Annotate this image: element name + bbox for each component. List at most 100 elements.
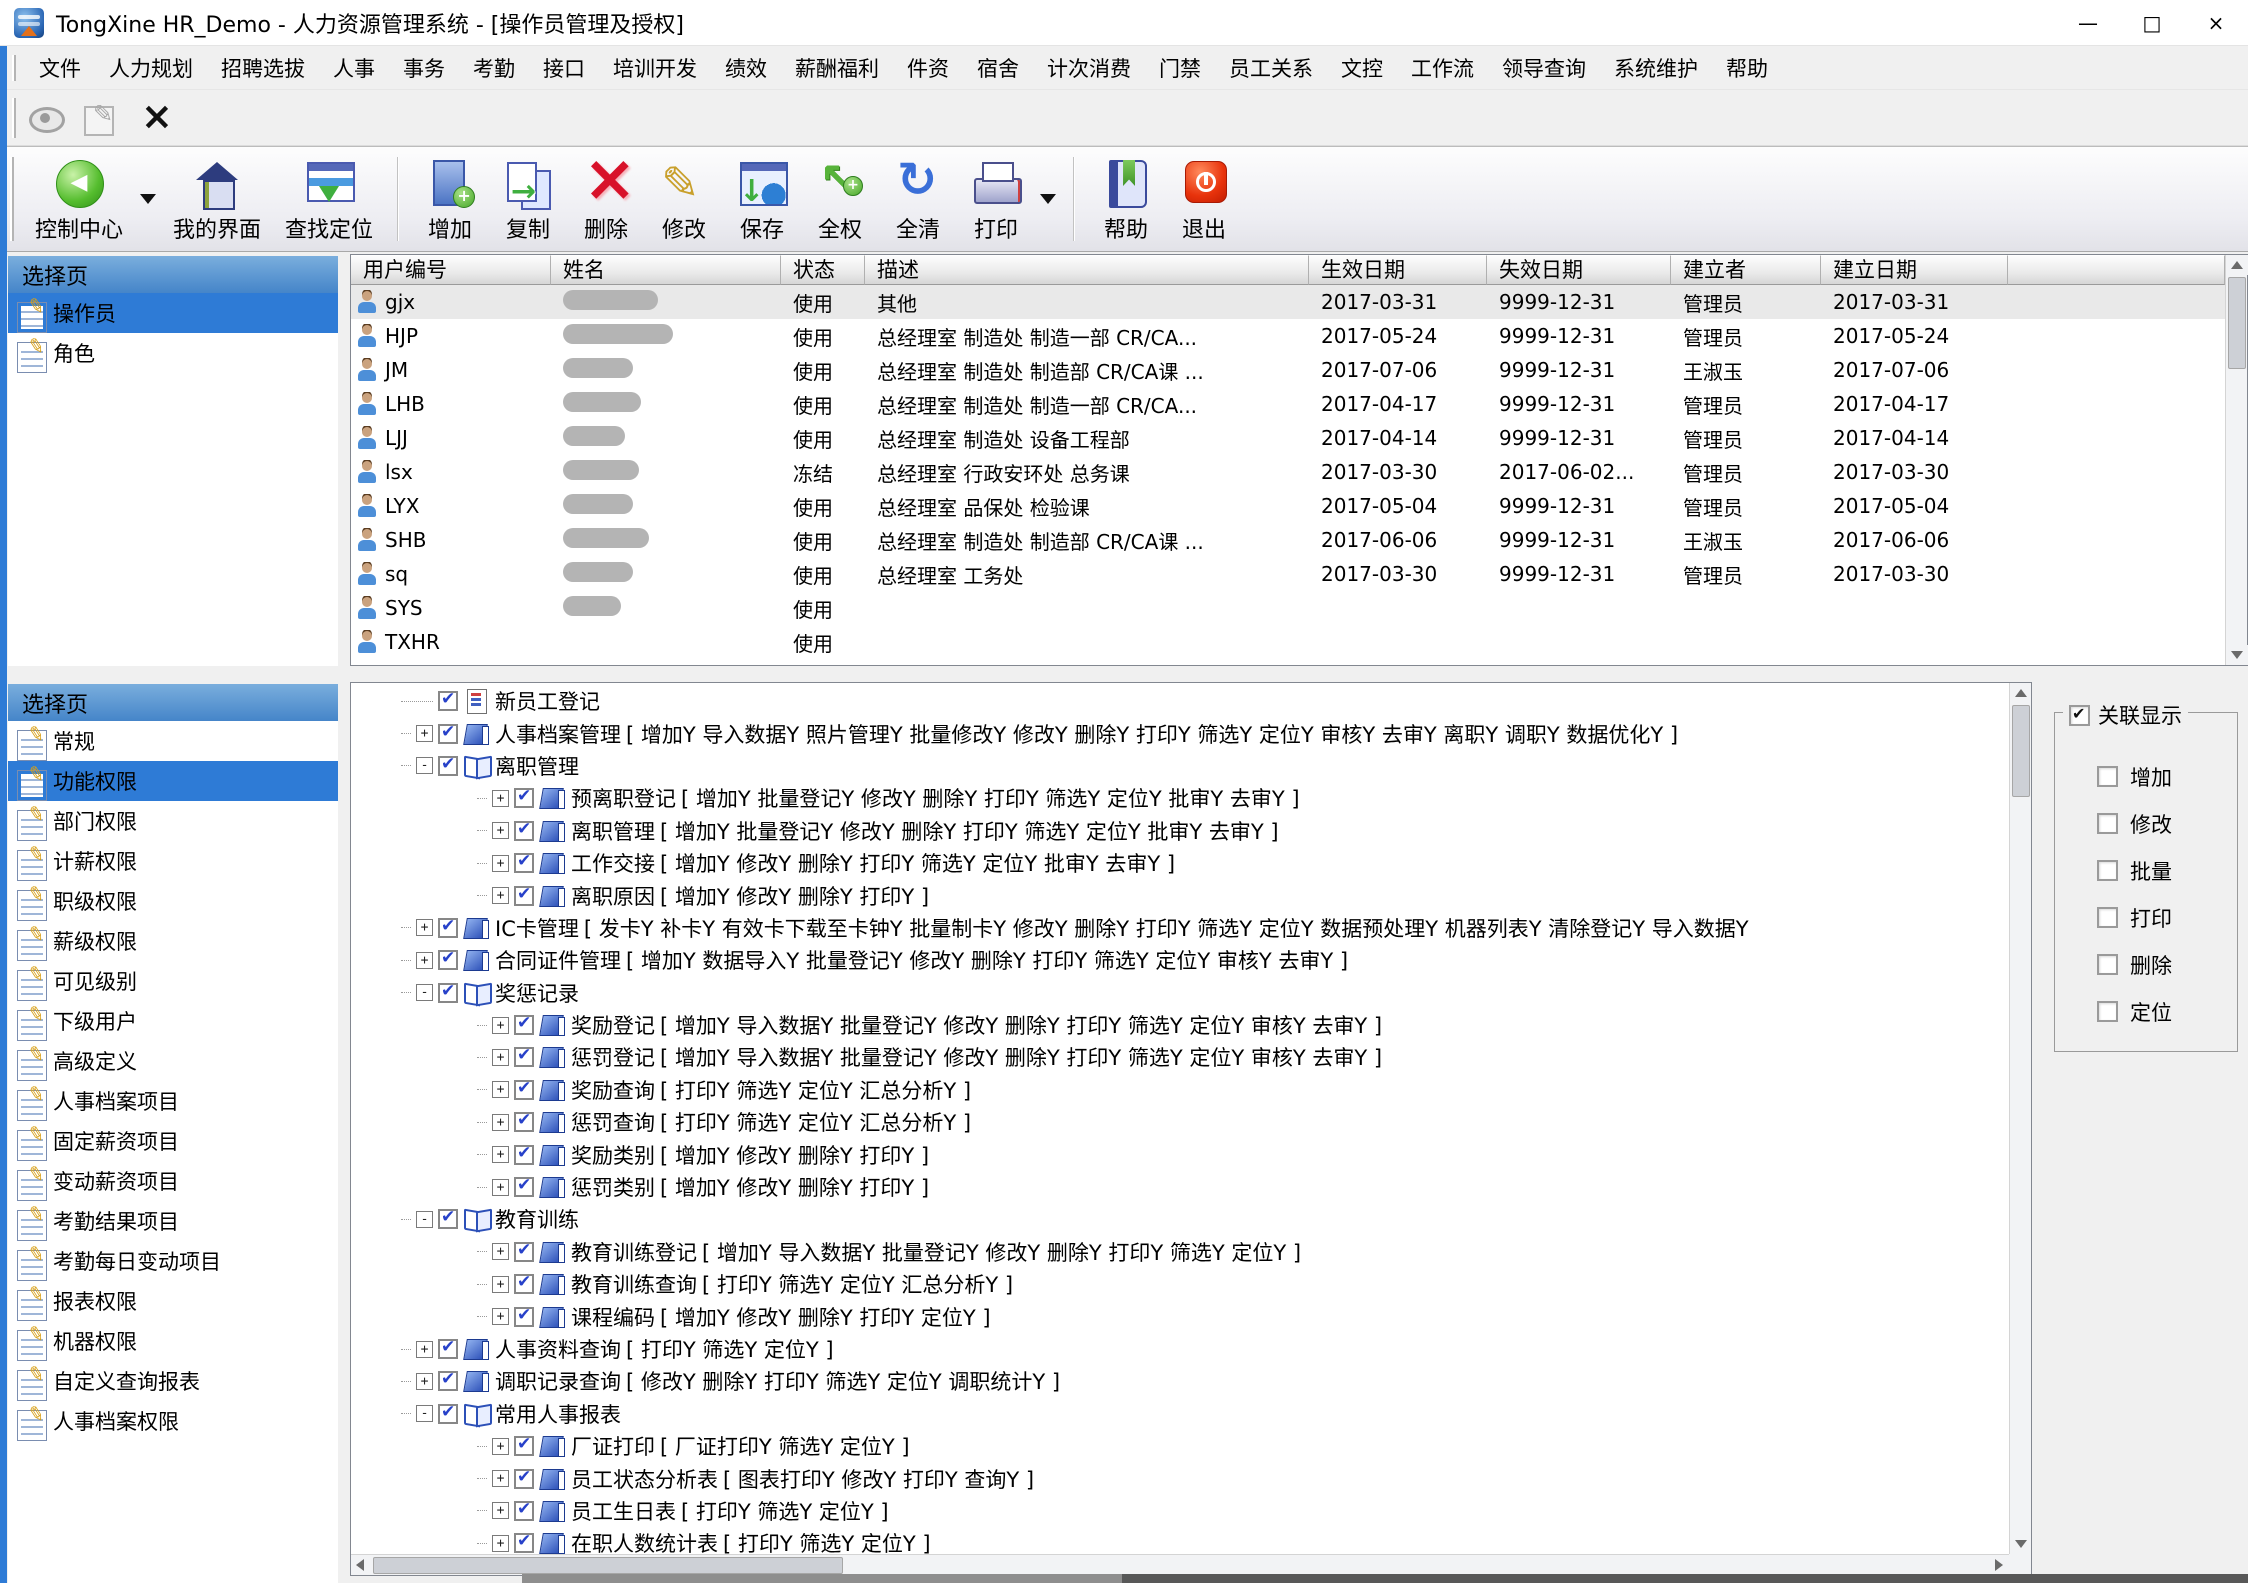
- option-checkbox[interactable]: [2097, 1001, 2118, 1022]
- table-row[interactable]: lsx 冻结 总经理室 行政安环处 总务课 2017-03-30 2017-06…: [351, 455, 2225, 489]
- tree-expander[interactable]: +: [492, 887, 509, 904]
- tree-checkbox[interactable]: [514, 1274, 534, 1294]
- column-header[interactable]: 生效日期: [1309, 255, 1487, 285]
- sidebar-item[interactable]: 角色: [8, 333, 338, 373]
- tree-expander[interactable]: +: [492, 1470, 509, 1487]
- toolbar-button[interactable]: 保存: [723, 150, 801, 248]
- scroll-left-arrow-icon[interactable]: [351, 1555, 371, 1576]
- scrollbar-thumb[interactable]: [373, 1557, 843, 1574]
- sidebar-item[interactable]: 常规: [8, 721, 338, 761]
- tree-expander[interactable]: +: [492, 1438, 509, 1455]
- tree-checkbox[interactable]: [438, 950, 458, 970]
- tree-row[interactable]: - 教育训练: [401, 1203, 2009, 1235]
- column-header[interactable]: 描述: [865, 255, 1309, 285]
- tree-row[interactable]: + 员工生日表 [ 打印Y 筛选Y 定位Y ]: [477, 1495, 2009, 1527]
- tree-row[interactable]: + 离职原因 [ 增加Y 修改Y 删除Y 打印Y ]: [477, 879, 2009, 911]
- sidebar-item[interactable]: 变动薪资项目: [8, 1161, 338, 1201]
- menu-item[interactable]: 文控: [1327, 47, 1397, 89]
- menu-item[interactable]: 门禁: [1145, 47, 1215, 89]
- tree-row[interactable]: + 离职管理 [ 增加Y 批量登记Y 修改Y 删除Y 打印Y 筛选Y 定位Y 批…: [477, 815, 2009, 847]
- close-button[interactable]: ×: [2184, 0, 2248, 46]
- sidebar-item[interactable]: 考勤每日变动项目: [8, 1241, 338, 1281]
- tree-row[interactable]: - 常用人事报表: [401, 1398, 2009, 1430]
- tree-checkbox[interactable]: [514, 1533, 534, 1553]
- tree-checkbox[interactable]: [438, 918, 458, 938]
- tree-row[interactable]: + 奖励类别 [ 增加Y 修改Y 删除Y 打印Y ]: [477, 1138, 2009, 1170]
- option-checkbox[interactable]: [2097, 860, 2118, 881]
- tree-expander[interactable]: +: [416, 1341, 433, 1358]
- scrollbar-thumb[interactable]: [2012, 705, 2030, 797]
- sidebar-item[interactable]: 功能权限: [8, 761, 338, 801]
- sidebar-item[interactable]: 部门权限: [8, 801, 338, 841]
- tree-row[interactable]: + 人事资料查询 [ 打印Y 筛选Y 定位Y ]: [401, 1333, 2009, 1365]
- toolbar-button[interactable]: 复制: [489, 150, 567, 248]
- tree-checkbox[interactable]: [514, 1145, 534, 1165]
- menu-item[interactable]: 薪酬福利: [781, 47, 893, 89]
- tree-expander[interactable]: +: [492, 1146, 509, 1163]
- tree-expander[interactable]: +: [416, 725, 433, 742]
- link-option[interactable]: 修改: [2097, 800, 2172, 847]
- tree-vertical-scrollbar[interactable]: [2009, 683, 2031, 1554]
- sidebar-item[interactable]: 高级定义: [8, 1041, 338, 1081]
- scroll-down-arrow-icon[interactable]: [2010, 1534, 2032, 1554]
- link-option[interactable]: 打印: [2097, 894, 2172, 941]
- menu-item[interactable]: 系统维护: [1600, 47, 1712, 89]
- tree-checkbox[interactable]: [438, 1371, 458, 1391]
- tree-checkbox[interactable]: [514, 1047, 534, 1067]
- tree-checkbox[interactable]: [514, 1469, 534, 1489]
- tree-expander[interactable]: +: [492, 1502, 509, 1519]
- tree-expander[interactable]: +: [492, 1276, 509, 1293]
- tree-expander[interactable]: +: [416, 919, 433, 936]
- scroll-up-arrow-icon[interactable]: [2226, 255, 2248, 275]
- tree-expander[interactable]: +: [492, 1308, 509, 1325]
- tree-expander[interactable]: +: [416, 1373, 433, 1390]
- link-option[interactable]: 增加: [2097, 753, 2172, 800]
- tree-checkbox[interactable]: [514, 886, 534, 906]
- menu-item[interactable]: 人力规划: [95, 47, 207, 89]
- toolbar-button[interactable]: 帮助: [1087, 150, 1165, 248]
- tree-checkbox[interactable]: [514, 1112, 534, 1132]
- sidebar-item[interactable]: 人事档案项目: [8, 1081, 338, 1121]
- tree-row[interactable]: - 离职管理: [401, 750, 2009, 782]
- table-row[interactable]: SHB 使用 总经理室 制造处 制造部 CR/CA课 ... 2017-06-0…: [351, 523, 2225, 557]
- toolbar-button[interactable]: 我的界面: [161, 150, 273, 248]
- menu-item[interactable]: 文件: [25, 47, 95, 89]
- tree-row[interactable]: + 奖励登记 [ 增加Y 导入数据Y 批量登记Y 修改Y 删除Y 打印Y 筛选Y…: [477, 1009, 2009, 1041]
- menu-item[interactable]: 人事: [319, 47, 389, 89]
- quickbar-icon[interactable]: [133, 98, 177, 138]
- tree-checkbox[interactable]: [514, 853, 534, 873]
- menu-item[interactable]: 培训开发: [599, 47, 711, 89]
- sidebar-item[interactable]: 机器权限: [8, 1321, 338, 1361]
- tree-expander[interactable]: +: [492, 1017, 509, 1034]
- tree-expander[interactable]: -: [416, 984, 433, 1001]
- sidebar-item[interactable]: 下级用户: [8, 1001, 338, 1041]
- link-display-checkbox[interactable]: [2069, 705, 2090, 726]
- menu-item[interactable]: 帮助: [1712, 47, 1782, 89]
- scroll-up-arrow-icon[interactable]: [2010, 683, 2032, 703]
- tree-row[interactable]: + 厂证打印 [ 厂证打印Y 筛选Y 定位Y ]: [477, 1430, 2009, 1462]
- table-row[interactable]: HJP 使用 总经理室 制造处 制造一部 CR/CA... 2017-05-24…: [351, 319, 2225, 353]
- sidebar-item[interactable]: 人事档案权限: [8, 1401, 338, 1441]
- column-header[interactable]: 失效日期: [1487, 255, 1671, 285]
- tree-row[interactable]: + 人事档案管理 [ 增加Y 导入数据Y 照片管理Y 批量修改Y 修改Y 删除Y…: [401, 717, 2009, 749]
- scrollbar-thumb[interactable]: [2228, 277, 2246, 369]
- option-checkbox[interactable]: [2097, 907, 2118, 928]
- option-checkbox[interactable]: [2097, 766, 2118, 787]
- tree-row[interactable]: + 合同证件管理 [ 增加Y 数据导入Y 批量登记Y 修改Y 删除Y 打印Y 筛…: [401, 944, 2009, 976]
- table-row[interactable]: TXHR 使用: [351, 625, 2225, 659]
- tree-expander[interactable]: +: [492, 822, 509, 839]
- sidebar-item[interactable]: 职级权限: [8, 881, 338, 921]
- table-row[interactable]: JM 使用 总经理室 制造处 制造部 CR/CA课 ... 2017-07-06…: [351, 353, 2225, 387]
- toolbar-button[interactable]: 查找定位: [273, 150, 385, 248]
- sidebar-item[interactable]: 可见级别: [8, 961, 338, 1001]
- toolbar-button[interactable]: 退出: [1165, 150, 1243, 248]
- table-row[interactable]: LJJ 使用 总经理室 制造处 设备工程部 2017-04-14 9999-12…: [351, 421, 2225, 455]
- menu-item[interactable]: 工作流: [1397, 47, 1488, 89]
- tree-row[interactable]: + 惩罚查询 [ 打印Y 筛选Y 定位Y 汇总分析Y ]: [477, 1106, 2009, 1138]
- tree-checkbox[interactable]: [514, 1307, 534, 1327]
- tree-checkbox[interactable]: [514, 1242, 534, 1262]
- tree-row[interactable]: + 惩罚登记 [ 增加Y 导入数据Y 批量登记Y 修改Y 删除Y 打印Y 筛选Y…: [477, 1041, 2009, 1073]
- sidebar-item[interactable]: 报表权限: [8, 1281, 338, 1321]
- tree-checkbox[interactable]: [438, 1339, 458, 1359]
- tree-checkbox[interactable]: [514, 1080, 534, 1100]
